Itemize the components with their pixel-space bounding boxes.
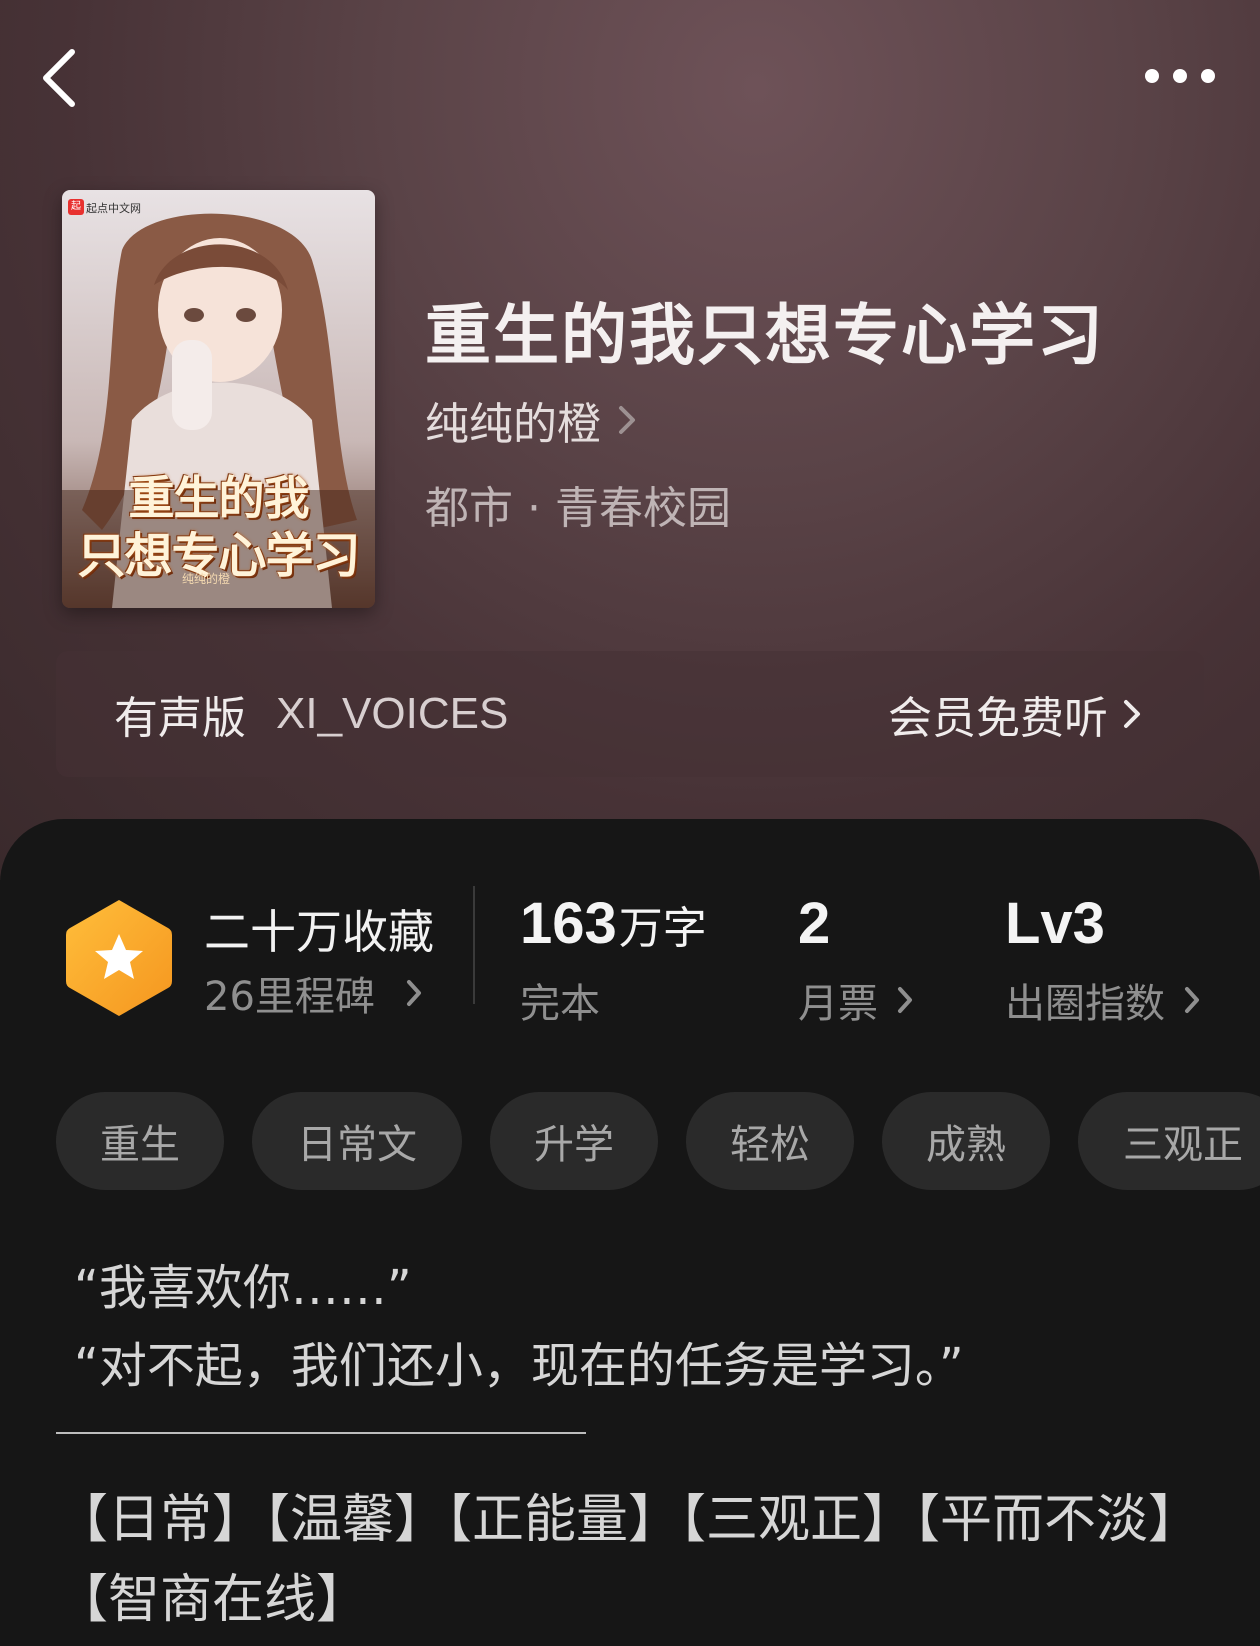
monthly-votes-value: 2 [798,891,831,956]
chevron-right-icon [898,987,912,1013]
tag-chip[interactable]: 三观正 [1078,1092,1260,1190]
intro-quote-1: “我喜欢你……” [74,1260,412,1316]
milestones-link[interactable]: 26里程碑 [204,964,423,1022]
genre[interactable]: 都市 · 青春校园 [425,472,731,536]
audiobook-voice: XI_VOICES [276,689,509,738]
tag-chip[interactable]: 重生 [56,1092,224,1190]
intro-divider [56,1432,586,1434]
audiobook-label: 有声版 [114,693,246,744]
listen-free-button[interactable]: 会员免费听 [888,651,1142,777]
word-count-value: 163 [520,891,617,956]
cover-publisher: 起点中文网 [86,202,141,215]
monthly-votes-stat[interactable]: 2 月票 [798,890,914,1029]
favorites-count: 二十万收藏 [204,905,434,959]
intro-quote-2: “对不起，我们还小，现在的任务是学习。” [74,1338,964,1394]
popularity-index-stat[interactable]: Lv3 出圈指数 [1005,890,1201,1029]
book-title: 重生的我只想专心学习 [425,296,1105,374]
star-badge-icon[interactable] [62,896,176,1020]
publisher-logo: 起 [68,199,84,215]
listen-free-label: 会员免费听 [888,693,1108,744]
tag-chip[interactable]: 日常文 [252,1092,462,1190]
cover-author: 纯纯的橙 [182,572,231,586]
popularity-level-value: Lv3 [1005,891,1105,956]
monthly-votes-label: 月票 [798,981,878,1027]
popularity-index-label: 出圈指数 [1005,981,1165,1027]
stats-divider [473,886,475,1004]
word-count-unit: 万字 [618,903,707,954]
completion-status: 完本 [520,981,600,1027]
tag-chip[interactable]: 成熟 [882,1092,1050,1190]
author-name: 纯纯的橙 [425,399,601,450]
chevron-right-icon [1124,700,1140,728]
more-dots-icon[interactable] [1140,62,1220,90]
book-cover[interactable]: 起 起点中文网 重生的我 只想专心学习 纯纯的橙 [62,190,375,608]
word-count-stat: 163万字 完本 [520,890,707,1029]
audiobook-banner[interactable]: 有声版 XI_VOICES 会员免费听 [56,651,1204,777]
chevron-right-icon [619,406,635,434]
tag-chip[interactable]: 升学 [490,1092,658,1190]
chevron-right-icon [1185,987,1199,1013]
tag-list: 重生 日常文 升学 轻松 成熟 三观正 [56,1092,1260,1190]
author-link[interactable]: 纯纯的橙 [425,388,637,452]
tag-chip[interactable]: 轻松 [686,1092,854,1190]
milestones-label: 26里程碑 [204,974,375,1020]
chevron-right-icon [406,980,421,1006]
intro-keywords: 【日常】【温馨】【正能量】【三观正】【平而不淡】【智商在线】 [56,1490,1201,1630]
chevron-left-icon[interactable] [36,44,88,112]
